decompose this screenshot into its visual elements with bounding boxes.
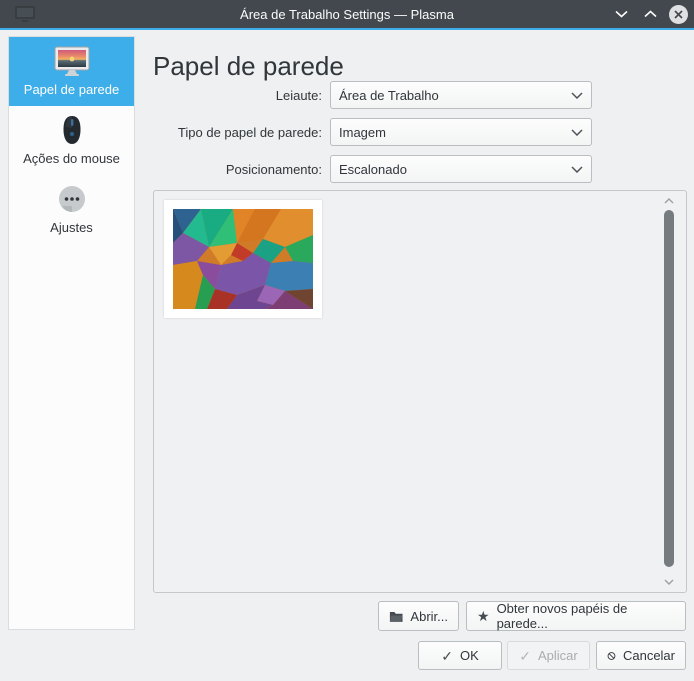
open-button-label: Abrir... [410,609,448,624]
window-title: Área de Trabalho Settings — Plasma [240,7,454,22]
maximize-icon[interactable] [640,4,660,24]
wallpaper-monitor-icon [54,46,90,76]
wallpaper-thumbnail-selected[interactable] [164,200,322,318]
folder-icon [389,610,403,623]
app-icon [14,5,36,23]
wallpaper-type-select[interactable]: Imagem [330,118,592,146]
positioning-label: Posicionamento: [140,155,322,183]
minimize-icon[interactable] [611,4,631,24]
titlebar: Área de Trabalho Settings — Plasma [0,0,694,30]
scroll-down-icon[interactable] [663,577,675,587]
wallpaper-type-select-value: Imagem [339,125,571,140]
tweaks-icon [54,184,90,214]
wallpaper-image [173,209,313,309]
chevron-down-icon [571,92,583,99]
wallpaper-list [153,190,687,593]
chevron-down-icon [571,166,583,173]
sidebar-item-acoes-do-mouse[interactable]: Ações do mouse [9,106,134,175]
page-title: Papel de parede [153,51,344,82]
sidebar-item-label: Ações do mouse [23,151,120,166]
get-new-wallpapers-button[interactable]: ★ Obter novos papéis de parede... [466,601,686,631]
open-button[interactable]: Abrir... [378,601,459,631]
positioning-select-value: Escalonado [339,162,571,177]
check-icon: ✓ [519,649,531,663]
wallpaper-list-scrollbar [663,196,675,587]
get-new-wallpapers-label: Obter novos papéis de parede... [497,601,675,631]
ok-button-label: OK [460,648,479,663]
sidebar-item-label: Papel de parede [24,82,119,97]
scroll-up-icon[interactable] [663,196,675,206]
sidebar-item-label: Ajustes [50,220,93,235]
chevron-down-icon [571,129,583,136]
wallpaper-type-label: Tipo de papel de parede: [140,118,322,146]
apply-button[interactable]: ✓ Aplicar [507,641,590,670]
star-icon: ★ [477,609,490,623]
layout-select[interactable]: Área de Trabalho [330,81,592,109]
cancel-icon [607,649,616,663]
close-icon[interactable] [669,5,688,24]
positioning-select[interactable]: Escalonado [330,155,592,183]
scrollbar-thumb[interactable] [664,210,674,567]
cancel-button[interactable]: Cancelar [596,641,686,670]
ok-button[interactable]: ✓ OK [418,641,502,670]
layout-select-value: Área de Trabalho [339,88,571,103]
apply-button-label: Aplicar [538,648,578,663]
check-icon: ✓ [441,649,453,663]
sidebar: Papel de parede Ações do mouse Ajustes [8,36,135,630]
mouse-icon [54,115,90,145]
sidebar-item-papel-de-parede[interactable]: Papel de parede [9,37,134,106]
cancel-button-label: Cancelar [623,648,675,663]
sidebar-item-ajustes[interactable]: Ajustes [9,175,134,244]
layout-label: Leiaute: [140,81,322,109]
